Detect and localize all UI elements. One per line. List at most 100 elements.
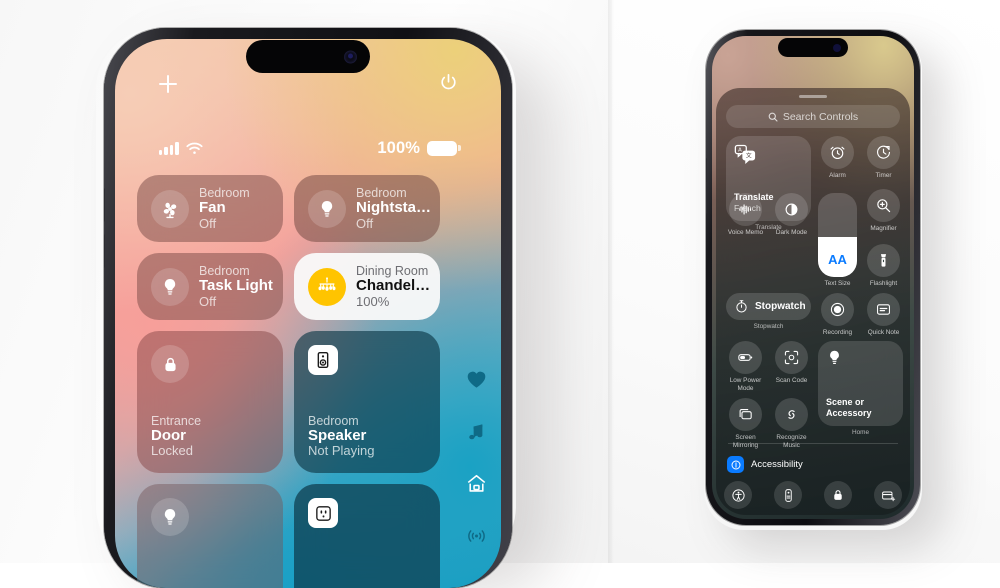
- accessibility-person-icon[interactable]: [724, 481, 752, 509]
- svg-text:文: 文: [746, 152, 752, 160]
- tile-state: Off: [199, 215, 217, 231]
- record-icon: [821, 292, 854, 326]
- control-label: Flashlight: [869, 280, 898, 288]
- low-power-icon: [729, 341, 762, 375]
- control-scan-code[interactable]: Scan Code: [772, 341, 811, 392]
- control-center-bottom-bar: [724, 481, 902, 509]
- accessory-tile-fan[interactable]: Bedroom Fan Off: [137, 175, 283, 242]
- text-size-slider[interactable]: AA: [818, 193, 857, 278]
- accessory-tile-nightstand[interactable]: Bedroom Nightsta… Off: [294, 175, 440, 242]
- status-left-group: [159, 142, 203, 155]
- volume-down-button-right[interactable]: [706, 190, 707, 214]
- quick-note-icon: [867, 292, 900, 326]
- accessory-tile-light-partial[interactable]: [137, 484, 283, 588]
- controls-row-3: Stopwatch Stopwatch Recording Quick Note: [726, 292, 903, 337]
- accessory-tile-bedroom-speaker[interactable]: Bedroom Speaker Not Playing: [294, 331, 440, 473]
- control-text-size[interactable]: AA Text Size: [818, 193, 857, 288]
- tile-text: Dining Room Chandel… 100%: [356, 264, 430, 309]
- control-flashlight[interactable]: Flashlight: [864, 244, 903, 288]
- lock-icon[interactable]: [824, 481, 852, 509]
- svg-text:A: A: [738, 147, 742, 153]
- stopwatch-icon: [734, 299, 749, 314]
- control-label: Recording: [822, 328, 853, 336]
- front-camera-icon-right: [833, 43, 841, 52]
- volume-up-button[interactable]: [104, 188, 105, 222]
- tile-name: Nightsta…: [356, 199, 431, 216]
- add-card-icon[interactable]: [874, 481, 902, 509]
- sheet-grabber[interactable]: [799, 95, 827, 99]
- control-label: Quick Note: [867, 328, 900, 336]
- heart-icon[interactable]: [466, 369, 487, 390]
- control-tile-scene-or-accessory[interactable]: Scene or Accessory: [818, 341, 903, 427]
- voice-memo-icon: [729, 193, 762, 227]
- add-icon[interactable]: [159, 75, 177, 93]
- volume-up-button-right[interactable]: [706, 158, 707, 182]
- control-center-sheet: Search Controls A 文 Translate French Tra…: [716, 88, 910, 515]
- music-note-icon[interactable]: [466, 421, 487, 442]
- timer-icon: [867, 136, 900, 169]
- battery-full-icon: [427, 140, 461, 156]
- tile-room: Entrance: [151, 413, 202, 428]
- accessory-tile-chandelier[interactable]: Dining Room Chandel… 100%: [294, 253, 440, 320]
- right-phone-device: Search Controls A 文 Translate French Tra…: [706, 30, 920, 525]
- control-label: Low Power Mode: [729, 377, 762, 392]
- section-divider: [728, 443, 898, 444]
- broadcast-icon[interactable]: [466, 525, 487, 546]
- accessory-tile-outlet-partial[interactable]: [294, 484, 440, 588]
- home-icon[interactable]: [466, 473, 487, 494]
- accessory-tile-entrance-door[interactable]: Entrance Door Locked: [137, 331, 283, 473]
- tile-name: Fan: [199, 199, 226, 216]
- home-category-rail: [459, 369, 493, 546]
- controls-grid: A 文 Translate French Translate Alarm Tim…: [726, 136, 903, 454]
- front-camera-icon: [344, 50, 357, 63]
- fan-icon: [151, 189, 189, 228]
- panel-divider: [608, 0, 614, 563]
- tile-name: Task Light: [199, 277, 273, 294]
- tile-room: Bedroom: [199, 263, 250, 278]
- lock-icon: [151, 345, 189, 383]
- power-icon[interactable]: [438, 72, 459, 93]
- tile-caption: Stopwatch: [753, 322, 784, 330]
- search-input[interactable]: Search Controls: [726, 105, 900, 128]
- control-screen-mirroring[interactable]: Screen Mirroring: [726, 398, 765, 449]
- control-dark-mode[interactable]: Dark Mode: [772, 193, 811, 237]
- scan-code-icon: [775, 341, 808, 375]
- volume-down-button[interactable]: [104, 234, 105, 268]
- control-recognize-music[interactable]: Recognize Music: [772, 398, 811, 449]
- remote-icon[interactable]: [774, 481, 802, 509]
- control-tile-stopwatch[interactable]: Stopwatch: [726, 292, 811, 320]
- control-quick-note[interactable]: Quick Note: [864, 292, 903, 337]
- battery-percent-label: 100%: [377, 138, 420, 157]
- dynamic-island-right: [778, 38, 848, 57]
- lightbulb-icon: [151, 498, 189, 536]
- controls-row-4: Low Power Mode Scan Code Screen Mirrorin…: [726, 341, 903, 449]
- control-label: Scan Code: [775, 377, 808, 385]
- left-phone-screen: 100% Bedroom Fan Off Bedroom Nightsta… O…: [115, 39, 501, 588]
- accessory-tile-task-light[interactable]: Bedroom Task Light Off: [137, 253, 283, 320]
- shazam-icon: [775, 398, 808, 432]
- accessibility-row[interactable]: Accessibility: [727, 456, 803, 473]
- status-bar: 100%: [115, 135, 501, 161]
- control-recording[interactable]: Recording: [818, 292, 857, 337]
- alarm-icon: [821, 136, 854, 169]
- accessibility-badge-icon: [727, 456, 744, 473]
- chandelier-icon: [308, 267, 346, 306]
- tile-room: Bedroom: [308, 413, 359, 428]
- control-timer[interactable]: Timer: [864, 136, 903, 180]
- screenshot-stage: 100% Bedroom Fan Off Bedroom Nightsta… O…: [0, 0, 1000, 588]
- control-voice-memo[interactable]: Voice Memo: [726, 193, 765, 237]
- tile-name: Stopwatch: [755, 300, 806, 312]
- power-side-button-right[interactable]: [919, 180, 920, 214]
- status-right-group: 100%: [377, 138, 461, 158]
- control-low-power-mode[interactable]: Low Power Mode: [726, 341, 765, 392]
- flashlight-icon: [867, 244, 900, 278]
- tile-room: Bedroom: [199, 185, 250, 200]
- tile-text: Entrance Door Locked: [151, 414, 269, 459]
- tile-text: Bedroom Nightsta… Off: [356, 186, 431, 231]
- dynamic-island: [246, 40, 370, 73]
- speaker-icon: [308, 345, 338, 375]
- tile-name: Chandel…: [356, 277, 431, 294]
- translate-icon: A 文: [734, 144, 803, 164]
- control-alarm[interactable]: Alarm: [818, 136, 857, 180]
- search-icon: [768, 112, 778, 122]
